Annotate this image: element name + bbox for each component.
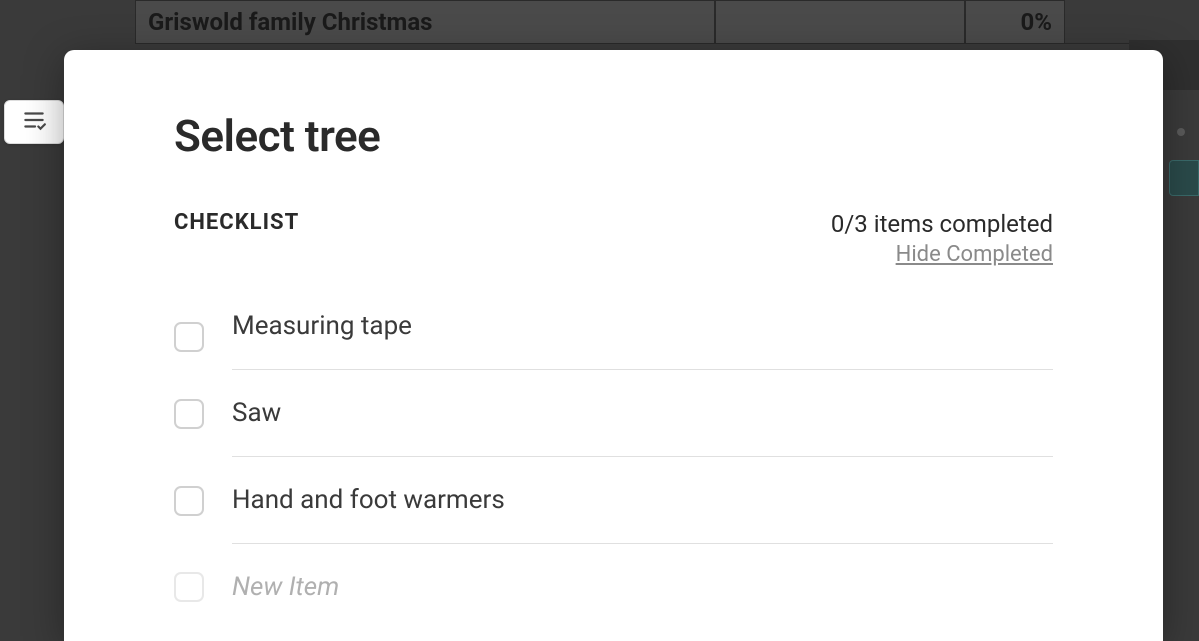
- checklist-item-text[interactable]: Hand and foot warmers: [232, 485, 505, 515]
- checklist-icon: [21, 107, 47, 137]
- checklist-item: Measuring tape: [174, 303, 1053, 370]
- checklist-section-label: CHECKLIST: [174, 210, 299, 235]
- bg-dot: [1177, 128, 1185, 136]
- task-detail-modal: Select tree CHECKLIST 0/3 items complete…: [64, 50, 1163, 641]
- project-percent-cell: 0%: [965, 0, 1065, 44]
- checklist-meta: 0/3 items completed Hide Completed: [831, 210, 1053, 267]
- checklist-side-tab[interactable]: [4, 100, 64, 144]
- checklist-new-item: New Item: [174, 544, 1053, 630]
- bg-badge: [1169, 160, 1199, 196]
- bg-cell-mid: [715, 0, 965, 44]
- checklist-header: CHECKLIST 0/3 items completed Hide Compl…: [174, 210, 1053, 267]
- checkbox[interactable]: [174, 322, 204, 352]
- checklist-item: Saw: [174, 370, 1053, 457]
- bg-cell-empty: [0, 0, 135, 44]
- checklist-item-text[interactable]: Saw: [232, 398, 281, 428]
- checkbox[interactable]: [174, 572, 204, 602]
- project-title: Griswold family Christmas: [148, 8, 433, 36]
- checklist-item-text[interactable]: Measuring tape: [232, 311, 412, 341]
- checklist-item: Hand and foot warmers: [174, 457, 1053, 544]
- checklist-items: Measuring tape Saw Hand and foot warmers…: [174, 303, 1053, 630]
- checkbox[interactable]: [174, 399, 204, 429]
- new-item-input[interactable]: New Item: [232, 572, 339, 602]
- background-row: Griswold family Christmas 0%: [0, 0, 1199, 44]
- checkbox[interactable]: [174, 486, 204, 516]
- task-title: Select tree: [174, 110, 1053, 162]
- project-title-cell: Griswold family Christmas: [135, 0, 715, 44]
- items-completed-count: 0/3 items completed: [831, 210, 1053, 238]
- project-percent: 0%: [1020, 8, 1052, 36]
- hide-completed-link[interactable]: Hide Completed: [896, 242, 1053, 267]
